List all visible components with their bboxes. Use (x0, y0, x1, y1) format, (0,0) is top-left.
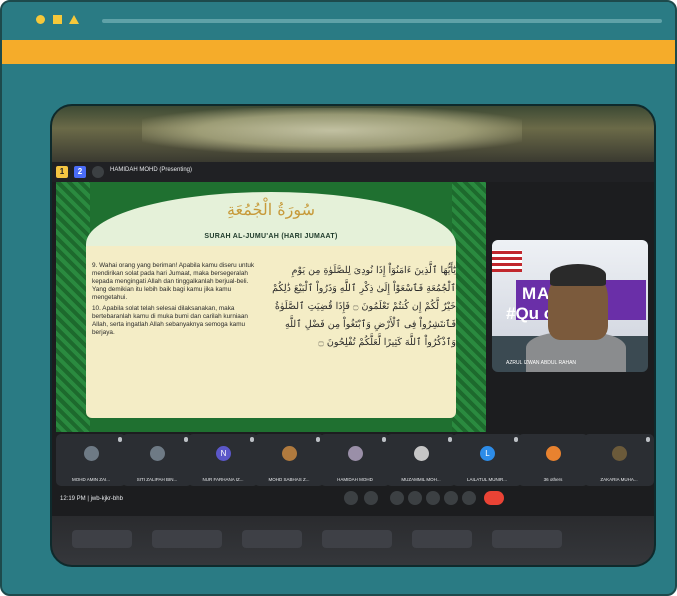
meeting-controls: 12:19 PM | jwb-kjkr-bhb (52, 490, 654, 510)
presentation-slide: سُورَةُ الْجُمُعَةِ SURAH AL-JUMU'AH (HA… (56, 182, 486, 432)
raise-hand-button[interactable] (444, 491, 458, 505)
captions-button[interactable] (390, 491, 404, 505)
avatar (150, 446, 165, 461)
meeting-top-bar: 1 2 HAMIDAH MOHD (Presenting) (52, 162, 654, 182)
participant-name: 36 others (543, 477, 563, 482)
participant-name: MUZAMMIL MOH... (401, 477, 441, 482)
blurred-bottom-area (52, 516, 654, 565)
participant-name: NUR FARHANA IZ... (202, 477, 244, 482)
participant-name: HAMIDAH MOHD (337, 477, 373, 482)
present-button[interactable] (426, 491, 440, 505)
participant-name: ZAKARIA MUHA... (600, 477, 638, 482)
avatar (546, 446, 561, 461)
time-and-meeting-code: 12:19 PM | jwb-kjkr-bhb (60, 496, 123, 502)
participant-tile[interactable]: MOHD AMIN ZAI... (56, 434, 126, 486)
verse-9: 9. Wahai orang yang beriman! Apabila kam… (92, 262, 255, 301)
title-bar (2, 2, 675, 40)
window-frame: 1 2 HAMIDAH MOHD (Presenting) سُورَةُ ال… (0, 0, 677, 596)
avatar: N (216, 446, 231, 461)
avatar (612, 446, 627, 461)
participant-tile[interactable]: HAMIDAH MOHD (320, 434, 390, 486)
address-bar[interactable] (102, 19, 662, 23)
surah-label: SURAH AL-JUMU'AH (HARI JUMAAT) (204, 233, 338, 240)
participant-tiles: MOHD AMIN ZAI... SITI ZALIPAH BIN... N NU… (56, 434, 654, 486)
tab-icon[interactable]: 1 (56, 166, 68, 178)
participant-tile[interactable]: MOHD SABHAS Z... (254, 434, 324, 486)
participant-name: LAILATUL MUNIR... (466, 477, 507, 482)
meeting-screenshot: 1 2 HAMIDAH MOHD (Presenting) سُورَةُ ال… (50, 104, 656, 567)
participant-tile[interactable]: L LAILATUL MUNIR... (452, 434, 522, 486)
participant-tile[interactable]: MUZAMMIL MOH... (386, 434, 456, 486)
participant-tile[interactable]: ZAKARIA MUHA... (584, 434, 654, 486)
blurred-top-area (52, 106, 654, 162)
participant-name: MOHD SABHAS Z... (268, 477, 310, 482)
avatar: L (480, 446, 495, 461)
participant-tile[interactable]: 36 others (518, 434, 588, 486)
arabic-verses: يَٰٓأَيُّهَا ٱلَّذِينَ ءَامَنُوٓاْ إِذَا… (272, 265, 456, 348)
participant-name: SITI ZALIPAH BIN... (136, 477, 178, 482)
more-options-button[interactable] (462, 491, 476, 505)
participant-name: MOHD AMIN ZAI... (71, 477, 110, 482)
speaker-name: AZRUL IZWAN ABDUL RAHAN (506, 360, 577, 366)
avatar (414, 446, 429, 461)
avatar (348, 446, 363, 461)
avatar (84, 446, 99, 461)
presenter-avatar-icon (92, 166, 104, 178)
arabic-title: سُورَةُ الْجُمُعَةِ (226, 200, 316, 219)
mic-off-icon (646, 437, 650, 442)
triangle-icon[interactable] (69, 15, 79, 24)
speaker-cap (550, 264, 606, 286)
camera-button[interactable] (364, 491, 378, 505)
mic-button[interactable] (344, 491, 358, 505)
flag-image (492, 250, 522, 272)
ornament-right (452, 182, 486, 432)
tab-icon[interactable]: 2 (74, 166, 86, 178)
leave-call-button[interactable] (484, 491, 504, 505)
participant-tile[interactable]: SITI ZALIPAH BIN... (122, 434, 192, 486)
avatar (282, 446, 297, 461)
circle-icon[interactable] (36, 15, 45, 24)
speaker-camera-tile[interactable]: MA IA #Qu our AZRUL IZWAN ABDUL RAHAN (492, 240, 648, 372)
participant-tile[interactable]: N NUR FARHANA IZ... (188, 434, 258, 486)
translation-text: 9. Wahai orang yang beriman! Apabila kam… (92, 262, 262, 340)
presenting-label: HAMIDAH MOHD (Presenting) (110, 167, 193, 173)
ornament-left (56, 182, 90, 432)
verse-10: 10. Apabila solat telah selesai dilaksan… (92, 305, 248, 336)
accent-bar (2, 40, 675, 64)
emoji-button[interactable] (408, 491, 422, 505)
square-icon[interactable] (53, 15, 62, 24)
